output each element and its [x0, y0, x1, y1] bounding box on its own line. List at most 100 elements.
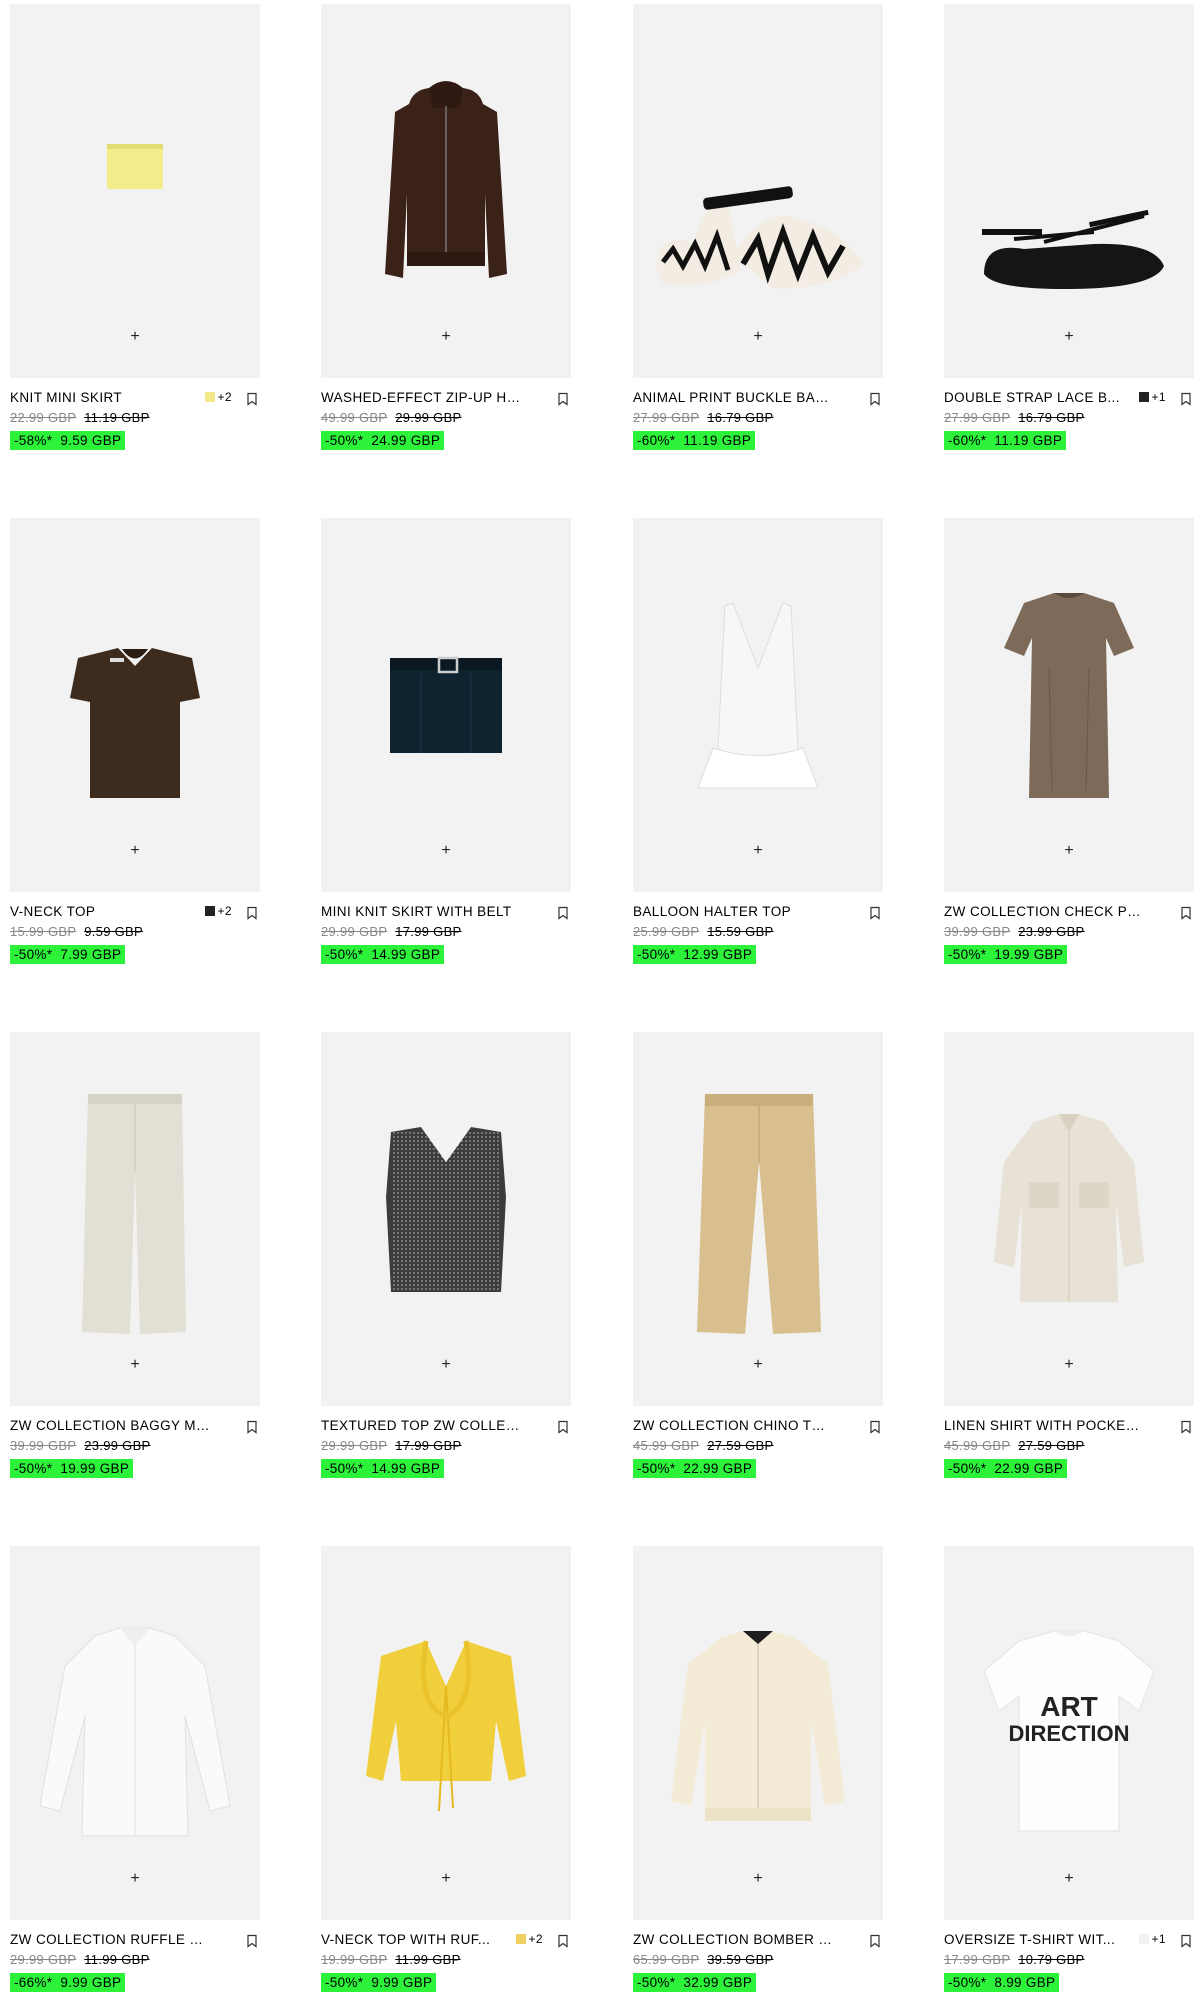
- add-to-cart-icon[interactable]: +: [1059, 1869, 1079, 1889]
- bookmark-icon[interactable]: [1180, 392, 1192, 406]
- price-row: 27.99 GBP 16.79 GBP: [633, 410, 883, 426]
- product-card[interactable]: + KNIT MINI SKIRT +2 22.99 GBP 11.19 GBP…: [10, 4, 260, 450]
- color-swatches[interactable]: +1: [1138, 1932, 1166, 1946]
- product-name[interactable]: KNIT MINI SKIRT: [10, 390, 210, 405]
- add-to-cart-icon[interactable]: +: [1059, 1355, 1079, 1375]
- product-name[interactable]: ZW COLLECTION RUFFLE SHI...: [10, 1932, 210, 1947]
- product-card[interactable]: + V-NECK TOP +2 15.99 GBP 9.59 GBP -50%*…: [10, 518, 260, 964]
- bookmark-icon[interactable]: [1180, 1420, 1192, 1434]
- color-swatches[interactable]: +2: [204, 390, 232, 404]
- color-swatch[interactable]: [204, 392, 215, 402]
- chino-trousers-image[interactable]: +: [633, 1032, 883, 1406]
- product-card[interactable]: + TEXTURED TOP ZW COLLECT... 29.99 GBP 1…: [321, 1032, 571, 1478]
- bookmark-icon[interactable]: [869, 1420, 881, 1434]
- price-row: 15.99 GBP 9.59 GBP: [10, 924, 260, 940]
- bookmark-icon[interactable]: [557, 1420, 569, 1434]
- art-direction-tshirt-illustration: ARTDIRECTION: [983, 1630, 1155, 1832]
- color-swatches[interactable]: +1: [1138, 390, 1166, 404]
- bookmark-icon[interactable]: [246, 1934, 258, 1948]
- product-card[interactable]: + ZW COLLECTION RUFFLE SHI... 29.99 GBP …: [10, 1546, 260, 1992]
- add-to-cart-icon[interactable]: +: [436, 841, 456, 861]
- art-direction-tshirt-image[interactable]: ART DIRECTION +: [944, 1546, 1194, 1920]
- product-name[interactable]: BALLOON HALTER TOP: [633, 904, 833, 919]
- product-card[interactable]: + ZW COLLECTION CHINO TRO... 45.99 GBP 2…: [633, 1032, 883, 1478]
- baggy-jeans-image[interactable]: +: [10, 1032, 260, 1406]
- add-to-cart-icon[interactable]: +: [125, 1869, 145, 1889]
- bomber-jacket-image[interactable]: +: [633, 1546, 883, 1920]
- add-to-cart-icon[interactable]: +: [748, 327, 768, 347]
- bookmark-icon[interactable]: [869, 1934, 881, 1948]
- product-card[interactable]: + ZW COLLECTION BOMBER JA... 65.99 GBP 3…: [633, 1546, 883, 1992]
- product-card[interactable]: + ANIMAL PRINT BUCKLE BALL... 27.99 GBP …: [633, 4, 883, 450]
- color-swatch[interactable]: [515, 1934, 526, 1944]
- add-to-cart-icon[interactable]: +: [125, 327, 145, 347]
- bookmark-icon[interactable]: [1180, 906, 1192, 920]
- product-card[interactable]: + BALLOON HALTER TOP 25.99 GBP 15.59 GBP…: [633, 518, 883, 964]
- add-to-cart-icon[interactable]: +: [1059, 841, 1079, 861]
- add-to-cart-icon[interactable]: +: [125, 841, 145, 861]
- sale-price-badge: -50%* 9.99 GBP: [321, 1973, 437, 1992]
- product-card[interactable]: + ZW COLLECTION CHECK PLE... 39.99 GBP 2…: [944, 518, 1194, 964]
- zip-up-hoodie-image[interactable]: +: [321, 4, 571, 378]
- bookmark-icon[interactable]: [869, 392, 881, 406]
- product-name[interactable]: ANIMAL PRINT BUCKLE BALL...: [633, 390, 833, 405]
- bookmark-icon[interactable]: [246, 906, 258, 920]
- v-neck-top-illustration: [70, 648, 200, 798]
- bookmark-icon[interactable]: [557, 906, 569, 920]
- color-swatch[interactable]: [204, 906, 215, 916]
- price-row: 65.99 GBP 39.59 GBP: [633, 1952, 883, 1968]
- lace-ballet-flat-image[interactable]: +: [944, 4, 1194, 378]
- product-name[interactable]: ZW COLLECTION BAGGY MID...: [10, 1418, 210, 1433]
- halter-top-image[interactable]: +: [633, 518, 883, 892]
- textured-vest-image[interactable]: +: [321, 1032, 571, 1406]
- ruffle-shirt-image[interactable]: +: [10, 1546, 260, 1920]
- add-to-cart-icon[interactable]: +: [436, 1869, 456, 1889]
- product-name[interactable]: WASHED-EFFECT ZIP-UP HO...: [321, 390, 521, 405]
- add-to-cart-icon[interactable]: +: [748, 1355, 768, 1375]
- product-name[interactable]: OVERSIZE T-SHIRT WIT...: [944, 1932, 1144, 1947]
- add-to-cart-icon[interactable]: +: [1059, 327, 1079, 347]
- product-card[interactable]: + V-NECK TOP WITH RUF... +2 19.99 GBP 11…: [321, 1546, 571, 1992]
- add-to-cart-icon[interactable]: +: [125, 1355, 145, 1375]
- product-card[interactable]: + WASHED-EFFECT ZIP-UP HO... 49.99 GBP 2…: [321, 4, 571, 450]
- add-to-cart-icon[interactable]: +: [436, 327, 456, 347]
- product-card[interactable]: ART DIRECTION + OVERSIZE T-SHIRT WIT... +…: [944, 1546, 1194, 1992]
- bookmark-icon[interactable]: [557, 392, 569, 406]
- bookmark-icon[interactable]: [1180, 1934, 1192, 1948]
- check-dress-image[interactable]: +: [944, 518, 1194, 892]
- product-card[interactable]: + DOUBLE STRAP LACE B... +1 27.99 GBP 16…: [944, 4, 1194, 450]
- product-name[interactable]: ZW COLLECTION BOMBER JA...: [633, 1932, 833, 1947]
- yellow-ruffle-top-image[interactable]: +: [321, 1546, 571, 1920]
- belted-mini-skirt-image[interactable]: +: [321, 518, 571, 892]
- linen-shirt-image[interactable]: +: [944, 1032, 1194, 1406]
- color-swatch[interactable]: [1138, 1934, 1149, 1944]
- sale-price: 12.99 GBP: [683, 947, 753, 962]
- v-neck-top-image[interactable]: +: [10, 518, 260, 892]
- add-to-cart-icon[interactable]: +: [436, 1355, 456, 1375]
- add-to-cart-icon[interactable]: +: [748, 841, 768, 861]
- color-swatch[interactable]: [1138, 392, 1149, 402]
- add-to-cart-icon[interactable]: +: [748, 1869, 768, 1889]
- product-card[interactable]: + MINI KNIT SKIRT WITH BELT 29.99 GBP 17…: [321, 518, 571, 964]
- product-name[interactable]: LINEN SHIRT WITH POCKETS...: [944, 1418, 1144, 1433]
- bookmark-icon[interactable]: [557, 1934, 569, 1948]
- product-name[interactable]: DOUBLE STRAP LACE B...: [944, 390, 1144, 405]
- product-card[interactable]: + ZW COLLECTION BAGGY MID... 39.99 GBP 2…: [10, 1032, 260, 1478]
- product-name[interactable]: ZW COLLECTION CHINO TRO...: [633, 1418, 833, 1433]
- product-name[interactable]: ZW COLLECTION CHECK PLE...: [944, 904, 1144, 919]
- knit-mini-skirt-image[interactable]: +: [10, 4, 260, 378]
- color-swatches[interactable]: +2: [204, 904, 232, 918]
- discount-percent: -50%*: [325, 947, 364, 962]
- sale-price: 19.99 GBP: [994, 947, 1064, 962]
- product-name[interactable]: V-NECK TOP WITH RUF...: [321, 1932, 521, 1947]
- product-name[interactable]: TEXTURED TOP ZW COLLECT...: [321, 1418, 521, 1433]
- zebra-ballet-flats-image[interactable]: +: [633, 4, 883, 378]
- bookmark-icon[interactable]: [246, 392, 258, 406]
- product-card[interactable]: + LINEN SHIRT WITH POCKETS... 45.99 GBP …: [944, 1032, 1194, 1478]
- bookmark-icon[interactable]: [869, 906, 881, 920]
- previous-price: 23.99 GBP: [84, 1438, 151, 1453]
- bookmark-icon[interactable]: [246, 1420, 258, 1434]
- product-name[interactable]: V-NECK TOP: [10, 904, 210, 919]
- color-swatches[interactable]: +2: [515, 1932, 543, 1946]
- product-name[interactable]: MINI KNIT SKIRT WITH BELT: [321, 904, 521, 919]
